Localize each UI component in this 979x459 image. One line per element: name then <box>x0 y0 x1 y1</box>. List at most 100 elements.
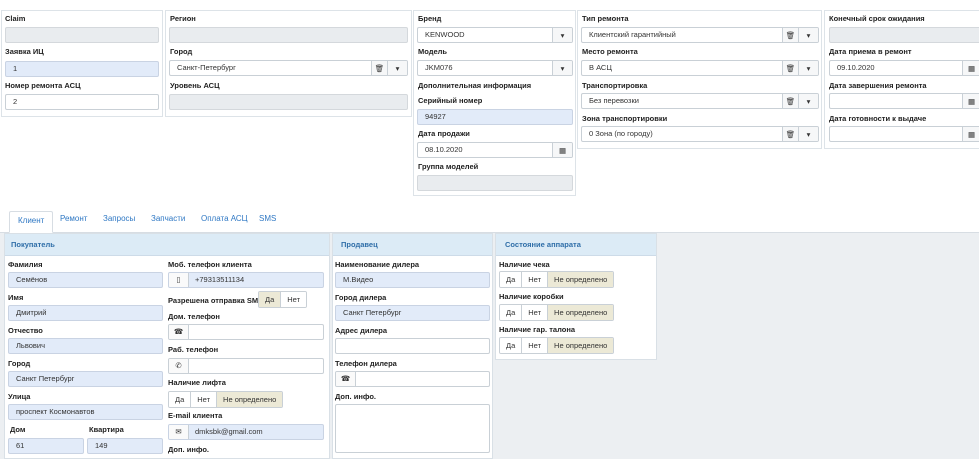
repair-place-dropdown-button[interactable]: ▾ <box>798 61 818 75</box>
buyer-city-field[interactable]: Санкт Петербург <box>8 371 163 387</box>
talon-toggle[interactable]: Да Нет Не определено <box>499 337 615 354</box>
dealer-address-field[interactable] <box>335 338 490 354</box>
tab-requests[interactable]: Запросы <box>103 214 135 223</box>
repair-type-dropdown-button[interactable]: ▾ <box>798 28 818 42</box>
phone-icon: ☎ <box>169 325 189 339</box>
claim-field[interactable] <box>5 27 159 43</box>
repair-type-clear-button[interactable]: 🗑 <box>782 28 798 42</box>
dealer-city-field[interactable]: Санкт Петербург <box>335 305 490 321</box>
buyer-dop-label: Доп. инфо. <box>168 445 209 454</box>
check-yes-option[interactable]: Да <box>500 272 523 287</box>
repair-place-clear-button[interactable]: 🗑 <box>782 61 798 75</box>
dealer-name-label: Наименование дилера <box>335 260 420 269</box>
tab-sms[interactable]: SMS <box>259 214 276 223</box>
check-toggle[interactable]: Да Нет Не определено <box>499 271 615 288</box>
zone-value: 0 Зона (по городу) <box>589 129 653 138</box>
brand-value: KENWOOD <box>425 30 465 39</box>
nomer-asc-field[interactable]: 2 <box>5 94 159 110</box>
email-field[interactable]: ✉ dmksbk@gmail.com <box>168 424 324 440</box>
email-label: E-mail клиента <box>168 411 223 420</box>
region-field[interactable] <box>169 27 408 43</box>
box-no-option[interactable]: Нет <box>522 305 549 320</box>
calendar-icon: ▦ <box>967 97 976 106</box>
tab-parts[interactable]: Запчасти <box>151 214 185 223</box>
device-title: Состояние аппарата <box>496 234 656 256</box>
brand-dropdown-button[interactable]: ▾ <box>552 28 572 42</box>
repair-place-label: Место ремонта <box>582 47 638 56</box>
tab-payment[interactable]: Оплата АСЦ <box>201 214 248 223</box>
finish-date-calendar-button[interactable]: ▦ <box>962 94 979 108</box>
check-no-option[interactable]: Нет <box>522 272 549 287</box>
home-phone-field[interactable]: ☎ <box>168 324 324 340</box>
check-undef-option[interactable]: Не определено <box>548 272 614 287</box>
model-select[interactable]: JKM076 ▾ <box>417 60 573 76</box>
transport-select[interactable]: Без перевозки 🗑 ▾ <box>581 93 819 109</box>
transport-label: Транспортировка <box>582 81 648 90</box>
patronymic-field[interactable]: Львович <box>8 338 163 354</box>
lift-toggle[interactable]: Да Нет Не определено <box>168 391 284 408</box>
accept-date-label: Дата приема в ремонт <box>829 47 912 56</box>
street-field[interactable]: проспект Космонавтов <box>8 404 163 420</box>
name-label: Имя <box>8 293 24 302</box>
dealer-phone-field[interactable]: ☎ <box>335 371 490 387</box>
email-value: dmksbk@gmail.com <box>195 427 263 436</box>
lift-undef-option[interactable]: Не определено <box>217 392 283 407</box>
serial-field[interactable]: 94927 <box>417 109 573 125</box>
zone-select[interactable]: 0 Зона (по городу) 🗑 ▾ <box>581 126 819 142</box>
city-clear-button[interactable]: 🗑 <box>371 61 387 75</box>
box-toggle[interactable]: Да Нет Не определено <box>499 304 615 321</box>
sms-no-option[interactable]: Нет <box>281 292 307 307</box>
mobile-field[interactable]: ▯ +79313511134 <box>168 272 324 288</box>
seller-dop-textarea[interactable] <box>335 404 490 453</box>
sale-date-field[interactable]: 08.10.2020 ▦ <box>417 142 573 158</box>
claim-label: Claim <box>5 14 26 23</box>
work-phone-label: Раб. телефон <box>168 345 219 354</box>
ready-date-calendar-button[interactable]: ▦ <box>962 127 979 141</box>
tab-client[interactable]: Клиент <box>9 211 54 233</box>
box-undef-option[interactable]: Не определено <box>548 305 614 320</box>
group-label: Группа моделей <box>418 162 479 171</box>
finish-date-field[interactable]: ▦ <box>829 93 979 109</box>
talon-no-option[interactable]: Нет <box>522 338 549 353</box>
dealer-name-field[interactable]: М.Видео <box>335 272 490 288</box>
zone-clear-button[interactable]: 🗑 <box>782 127 798 141</box>
name-field[interactable]: Дмитрий <box>8 305 163 321</box>
tab-repair[interactable]: Ремонт <box>60 214 87 223</box>
lift-yes-option[interactable]: Да <box>169 392 192 407</box>
city-dropdown-button[interactable]: ▾ <box>387 61 407 75</box>
brand-select[interactable]: KENWOOD ▾ <box>417 27 573 43</box>
accept-date-field[interactable]: 09.10.2020 ▦ <box>829 60 979 76</box>
transport-dropdown-button[interactable]: ▾ <box>798 94 818 108</box>
transport-clear-button[interactable]: 🗑 <box>782 94 798 108</box>
box-yes-option[interactable]: Да <box>500 305 523 320</box>
trash-icon: 🗑 <box>374 64 385 73</box>
model-dropdown-button[interactable]: ▾ <box>552 61 572 75</box>
sale-date-value: 08.10.2020 <box>425 145 463 154</box>
talon-undef-option[interactable]: Не определено <box>548 338 614 353</box>
sms-yes-option[interactable]: Да <box>259 292 282 307</box>
house-field[interactable]: 61 <box>8 438 84 454</box>
repair-place-select[interactable]: В АСЦ 🗑 ▾ <box>581 60 819 76</box>
phone-icon: ☎ <box>336 372 356 386</box>
trash-icon: 🗑 <box>785 64 796 73</box>
lift-no-option[interactable]: Нет <box>191 392 218 407</box>
zone-dropdown-button[interactable]: ▾ <box>798 127 818 141</box>
repair-type-select[interactable]: Клиентский гарантийный 🗑 ▾ <box>581 27 819 43</box>
city-select[interactable]: Санкт-Петербург 🗑 ▾ <box>169 60 408 76</box>
sms-toggle[interactable]: Да Нет <box>258 291 308 308</box>
accept-date-calendar-button[interactable]: ▦ <box>962 61 979 75</box>
serial-label: Серийный номер <box>418 96 483 105</box>
surname-field[interactable]: Семёнов <box>8 272 163 288</box>
sale-date-calendar-button[interactable]: ▦ <box>552 143 572 157</box>
ready-date-field[interactable]: ▦ <box>829 126 979 142</box>
flat-field[interactable]: 149 <box>87 438 163 454</box>
uroven-field[interactable] <box>169 94 408 110</box>
talon-yes-option[interactable]: Да <box>500 338 523 353</box>
buyer-city-label: Город <box>8 359 31 368</box>
work-phone-field[interactable]: ✆ <box>168 358 324 374</box>
deadline-field[interactable] <box>829 27 979 43</box>
group-field[interactable] <box>417 175 573 191</box>
trash-icon: 🗑 <box>785 97 796 106</box>
transport-value: Без перевозки <box>589 96 639 105</box>
zayavka-field[interactable]: 1 <box>5 61 159 77</box>
